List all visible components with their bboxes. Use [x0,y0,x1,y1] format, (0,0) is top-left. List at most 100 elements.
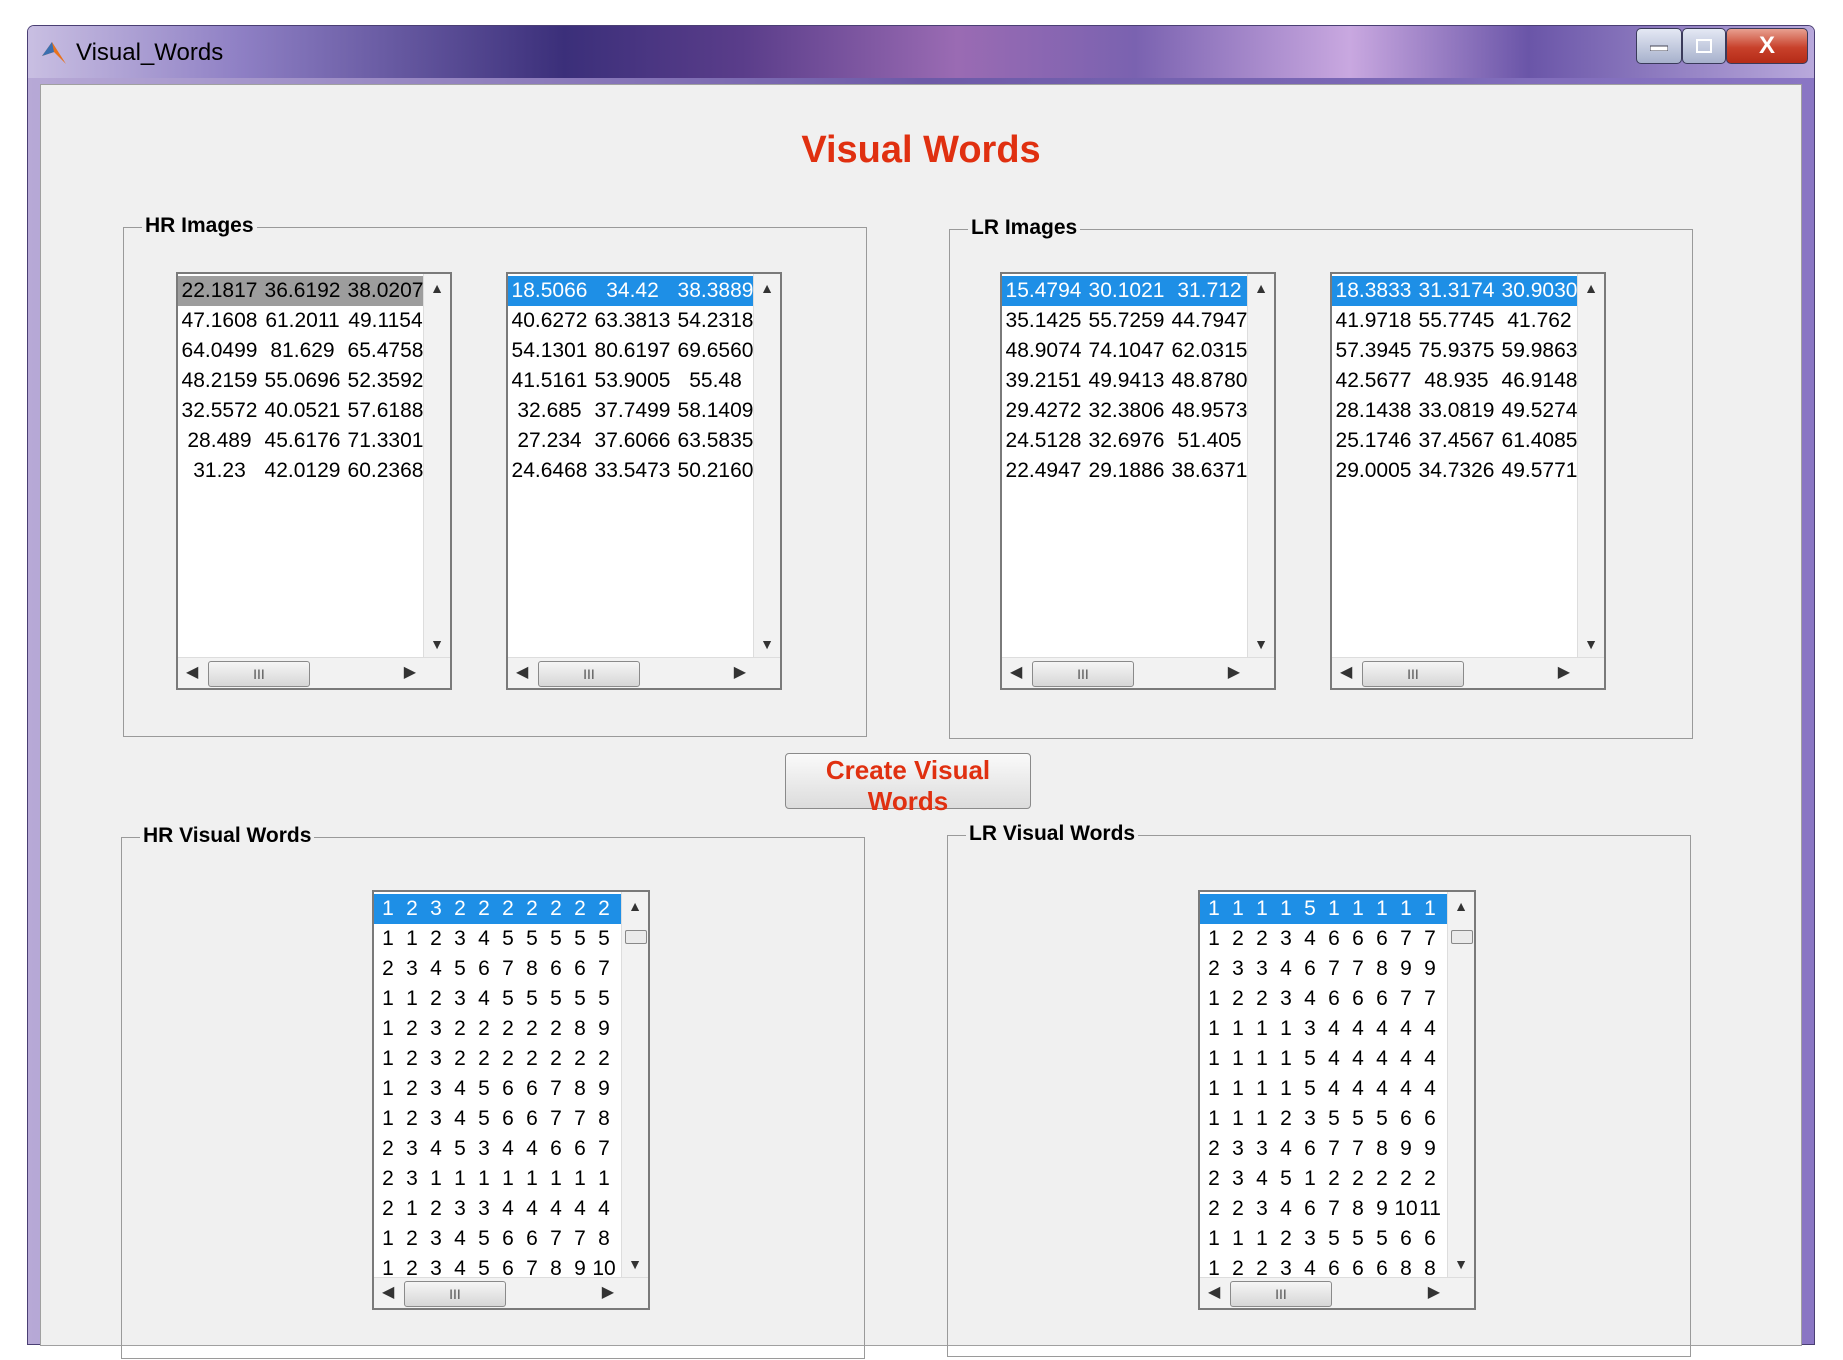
scroll-left-icon[interactable]: ◀ [1208,1282,1220,1302]
vertical-scrollbar[interactable]: ▲ ▼ [753,274,780,658]
list-item[interactable]: 57.3945 75.9375 59.9863 [1332,336,1578,366]
list-item[interactable]: 25.1746 37.4567 61.4085 [1332,426,1578,456]
list-item[interactable]: 1223466677 [1200,984,1448,1014]
vertical-scrollbar[interactable]: ▲ ▼ [1577,274,1604,658]
list-item[interactable]: 1123455555 [374,924,622,954]
list-item[interactable]: 1232222289 [374,1014,622,1044]
list-item[interactable]: 1111511111 [1200,894,1448,924]
list-item[interactable]: 28.1438 33.0819 49.5274 [1332,396,1578,426]
list-item[interactable]: 64.0499 81.629 65.4758 [178,336,424,366]
list-item[interactable]: 42.5677 48.935 46.9148 [1332,366,1578,396]
list-item[interactable]: 15.4794 30.1021 31.712 [1002,276,1248,306]
list-item[interactable]: 1234566778 [374,1224,622,1254]
scroll-up-icon[interactable]: ▲ [1248,280,1274,296]
list-item[interactable]: 1223466677 [1200,924,1448,954]
lr-visual-words-listbox[interactable]: 1111511111122346667723346778991223466677… [1198,890,1476,1310]
list-item[interactable]: 35.1425 55.7259 44.7947 [1002,306,1248,336]
scroll-thumb[interactable]: III [538,661,640,687]
list-item[interactable]: 29.4272 32.3806 48.9573 [1002,396,1248,426]
hr-visual-words-listbox[interactable]: 1232222222112345555523456786671123455555… [372,890,650,1310]
horizontal-scrollbar[interactable]: ◀ III ▶ [374,1277,648,1308]
scroll-right-icon[interactable]: ▶ [1228,662,1240,682]
scroll-thumb[interactable]: III [208,661,310,687]
list-item[interactable]: 32.685 37.7499 58.1409 [508,396,754,426]
scroll-left-icon[interactable]: ◀ [382,1282,394,1302]
list-item[interactable]: 18.3833 31.3174 30.9030 [1332,276,1578,306]
list-item[interactable]: 24.6468 33.5473 50.2160 [508,456,754,486]
scroll-left-icon[interactable]: ◀ [1010,662,1022,682]
list-item[interactable]: 28.489 45.6176 71.3301 [178,426,424,456]
horizontal-scrollbar[interactable]: ◀ III ▶ [178,657,450,688]
scroll-left-icon[interactable]: ◀ [1340,662,1352,682]
list-item[interactable]: 27.234 37.6066 63.5835 [508,426,754,456]
scroll-up-icon[interactable]: ▲ [1448,898,1474,914]
lr-images-listbox-2[interactable]: 18.3833 31.3174 30.9030 41.9718 55.7745 41.76… [1330,272,1606,690]
scroll-left-icon[interactable]: ◀ [186,662,198,682]
scroll-up-icon[interactable]: ▲ [754,280,780,296]
scroll-down-icon[interactable]: ▼ [1448,1256,1474,1272]
list-item[interactable]: 2345678667 [374,954,622,984]
list-item[interactable]: 24.5128 32.6976 51.405 [1002,426,1248,456]
list-item[interactable]: 2311111111 [374,1164,622,1194]
list-item[interactable]: 1123455555 [374,984,622,1014]
hr-images-listbox-1[interactable]: 22.1817 36.6192 38.0207 47.1608 61.2011 49.11… [176,272,452,690]
lr-images-listbox-1[interactable]: 15.4794 30.1021 31.712 35.1425 55.7259 44.794… [1000,272,1276,690]
horizontal-scrollbar[interactable]: ◀ III ▶ [1200,1277,1474,1308]
list-item[interactable]: 47.1608 61.2011 49.1154 [178,306,424,336]
list-item[interactable]: 1232222222 [374,894,622,924]
list-item[interactable]: 2123344444 [374,1194,622,1224]
list-item[interactable]: 1111344444 [1200,1014,1448,1044]
vertical-scrollbar[interactable]: ▲ ▼ [1447,892,1474,1278]
horizontal-scrollbar[interactable]: ◀ III ▶ [1002,657,1274,688]
list-item[interactable]: 29.0005 34.7326 49.5771 [1332,456,1578,486]
horizontal-scrollbar[interactable]: ◀ III ▶ [1332,657,1604,688]
list-item[interactable]: 22.1817 36.6192 38.0207 [178,276,424,306]
hr-images-listbox-2[interactable]: 18.5066 34.42 38.3889 40.6272 63.3813 54.2318… [506,272,782,690]
create-visual-words-button[interactable]: Create Visual Words [785,753,1031,816]
scroll-down-icon[interactable]: ▼ [622,1256,648,1272]
scroll-right-icon[interactable]: ▶ [404,662,416,682]
list-item[interactable]: 2334677899 [1200,1134,1448,1164]
list-item[interactable]: 2345122222 [1200,1164,1448,1194]
scroll-up-icon[interactable]: ▲ [622,898,648,914]
vertical-scrollbar[interactable]: ▲ ▼ [1247,274,1274,658]
list-item[interactable]: 41.5161 53.9005 55.48 [508,366,754,396]
scroll-thumb[interactable]: III [1032,661,1134,687]
list-item[interactable]: 1112355566 [1200,1104,1448,1134]
list-item[interactable]: 40.6272 63.3813 54.2318 [508,306,754,336]
list-item[interactable]: 2334677899 [1200,954,1448,984]
list-item[interactable]: 1234566778 [374,1104,622,1134]
list-item[interactable]: 1112355566 [1200,1224,1448,1254]
scroll-down-icon[interactable]: ▼ [1248,636,1274,652]
list-item[interactable]: 32.5572 40.0521 57.6188 [178,396,424,426]
list-item[interactable]: 48.2159 55.0696 52.3592 [178,366,424,396]
list-item[interactable]: 39.2151 49.9413 48.8780 [1002,366,1248,396]
scroll-thumb[interactable] [1451,930,1473,944]
scroll-thumb[interactable] [625,930,647,944]
vertical-scrollbar[interactable]: ▲ ▼ [621,892,648,1278]
list-item[interactable]: 1111544444 [1200,1044,1448,1074]
list-item[interactable]: 2 2 3 4 6 7 8 9 10 11 [1200,1194,1448,1224]
list-item[interactable]: 1232222222 [374,1044,622,1074]
scroll-down-icon[interactable]: ▼ [1578,636,1604,652]
scroll-right-icon[interactable]: ▶ [734,662,746,682]
close-button[interactable]: X [1726,28,1808,64]
maximize-button[interactable] [1682,28,1726,64]
scroll-left-icon[interactable]: ◀ [516,662,528,682]
scroll-thumb[interactable]: III [1362,661,1464,687]
scroll-right-icon[interactable]: ▶ [1428,1282,1440,1302]
list-item[interactable]: 18.5066 34.42 38.3889 [508,276,754,306]
scroll-down-icon[interactable]: ▼ [754,636,780,652]
scroll-down-icon[interactable]: ▼ [424,636,450,652]
list-item[interactable]: 31.23 42.0129 60.2368 [178,456,424,486]
list-item[interactable]: 41.9718 55.7745 41.762 [1332,306,1578,336]
minimize-button[interactable] [1636,28,1682,64]
scroll-up-icon[interactable]: ▲ [1578,280,1604,296]
list-item[interactable]: 2345344667 [374,1134,622,1164]
scroll-thumb[interactable]: III [404,1281,506,1307]
horizontal-scrollbar[interactable]: ◀ III ▶ [508,657,780,688]
scroll-right-icon[interactable]: ▶ [602,1282,614,1302]
scroll-right-icon[interactable]: ▶ [1558,662,1570,682]
list-item[interactable]: 48.9074 74.1047 62.0315 [1002,336,1248,366]
list-item[interactable]: 1111544444 [1200,1074,1448,1104]
